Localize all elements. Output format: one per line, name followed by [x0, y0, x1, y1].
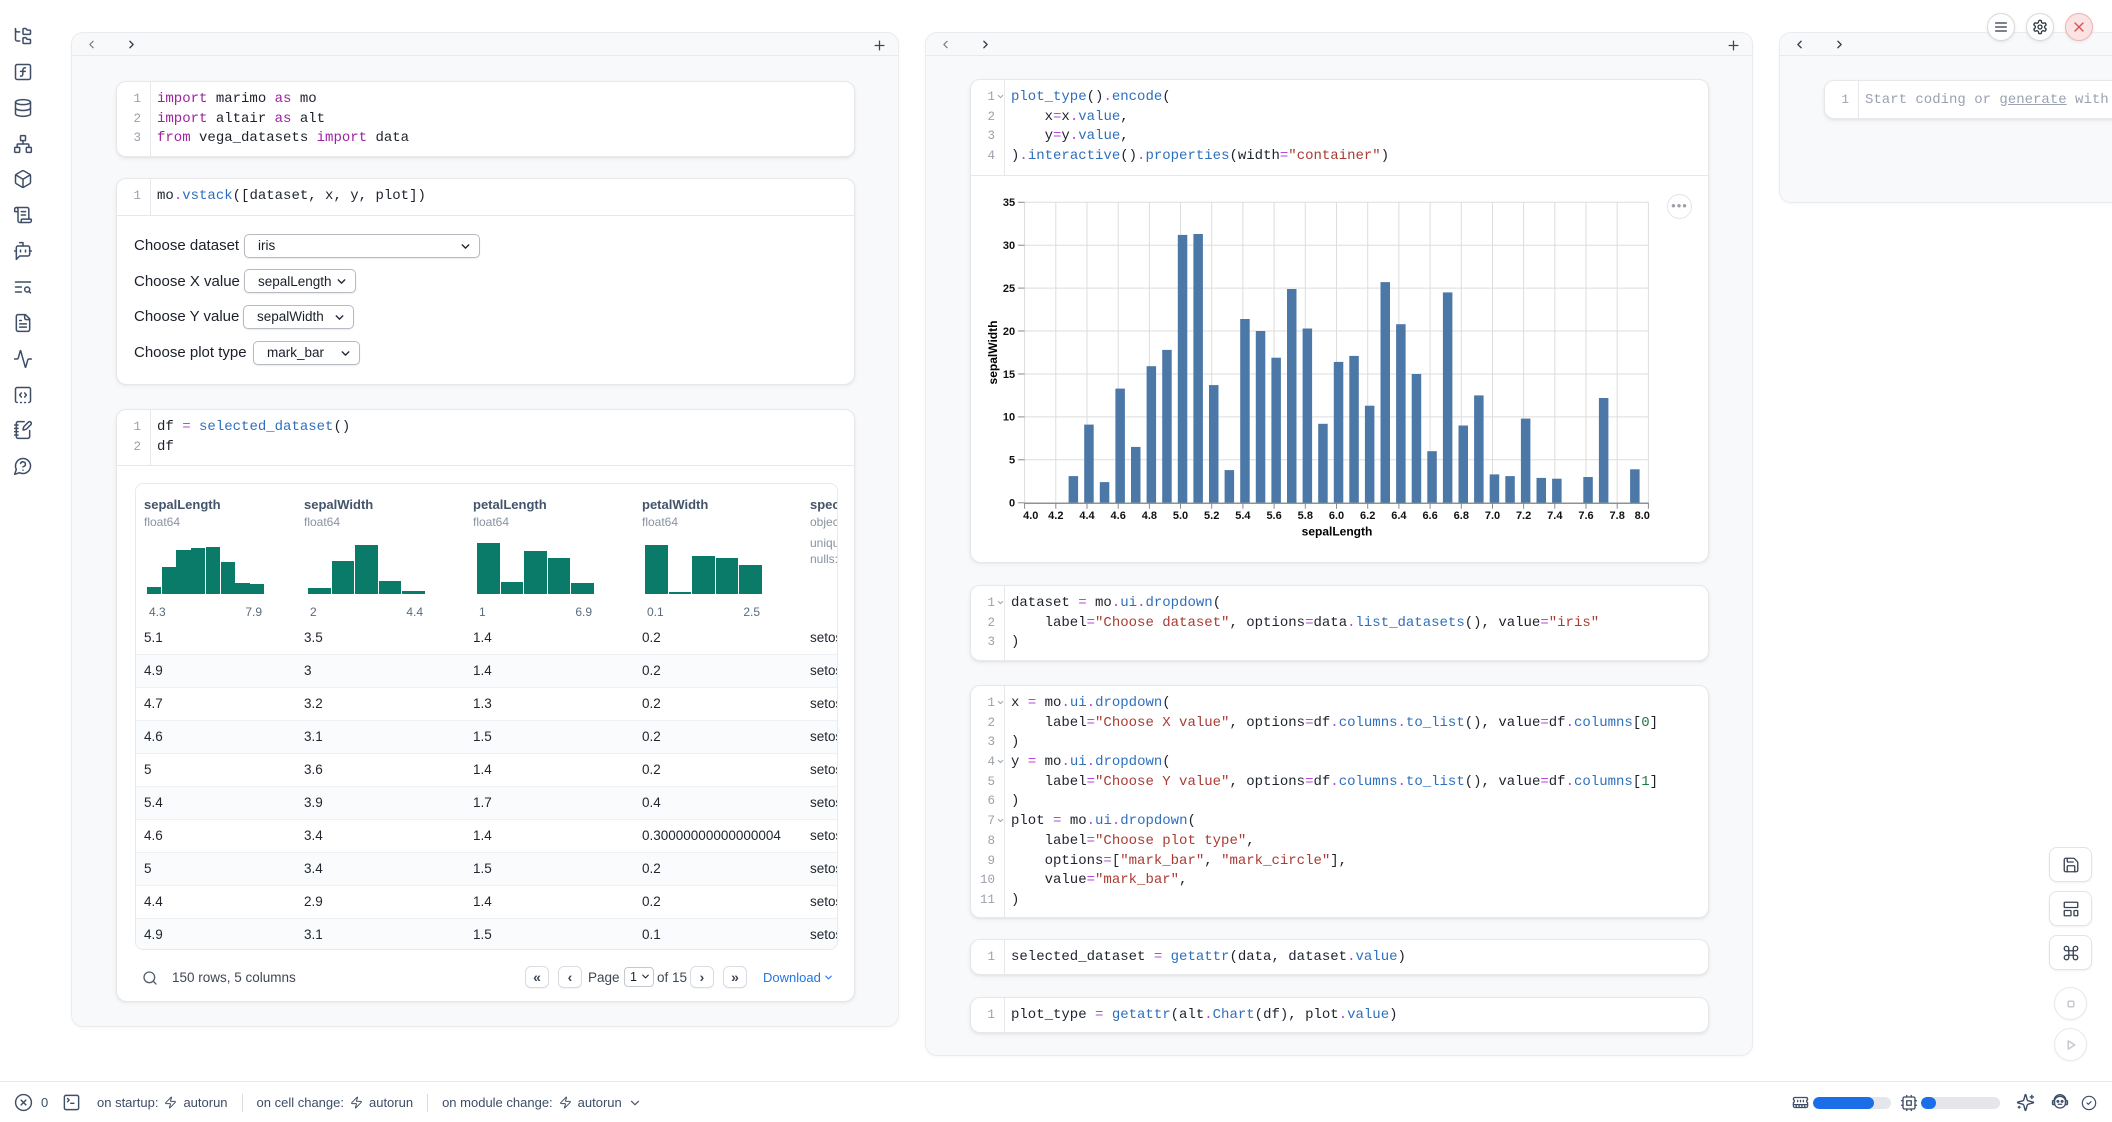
svg-text:5: 5 — [1009, 454, 1015, 466]
svg-text:sepalWidth: sepalWidth — [986, 320, 1000, 384]
svg-text:5.2: 5.2 — [1204, 510, 1219, 522]
svg-text:25: 25 — [1003, 283, 1015, 295]
svg-text:20: 20 — [1003, 326, 1015, 338]
svg-text:5.8: 5.8 — [1298, 510, 1313, 522]
svg-text:15: 15 — [1003, 369, 1015, 381]
svg-text:8.0: 8.0 — [1635, 510, 1650, 522]
svg-text:6.2: 6.2 — [1360, 510, 1375, 522]
svg-text:5.0: 5.0 — [1173, 510, 1188, 522]
svg-text:4.2: 4.2 — [1048, 510, 1063, 522]
svg-text:5.4: 5.4 — [1235, 510, 1251, 522]
svg-text:6.8: 6.8 — [1454, 510, 1469, 522]
svg-text:4.4: 4.4 — [1079, 510, 1095, 522]
svg-text:7.6: 7.6 — [1578, 510, 1593, 522]
svg-text:7.8: 7.8 — [1610, 510, 1625, 522]
svg-text:4.0: 4.0 — [1023, 510, 1038, 522]
svg-text:5.6: 5.6 — [1266, 510, 1281, 522]
svg-text:sepalLength: sepalLength — [1302, 524, 1373, 538]
svg-text:35: 35 — [1003, 197, 1015, 209]
svg-text:7.0: 7.0 — [1485, 510, 1500, 522]
svg-text:7.4: 7.4 — [1547, 510, 1563, 522]
svg-text:4.8: 4.8 — [1142, 510, 1157, 522]
svg-text:6.4: 6.4 — [1391, 510, 1407, 522]
svg-text:6.0: 6.0 — [1329, 510, 1344, 522]
svg-text:10: 10 — [1003, 411, 1015, 423]
svg-text:30: 30 — [1003, 240, 1015, 252]
svg-text:7.2: 7.2 — [1516, 510, 1531, 522]
svg-text:0: 0 — [1009, 497, 1015, 509]
svg-text:6.6: 6.6 — [1422, 510, 1437, 522]
svg-text:4.6: 4.6 — [1111, 510, 1126, 522]
